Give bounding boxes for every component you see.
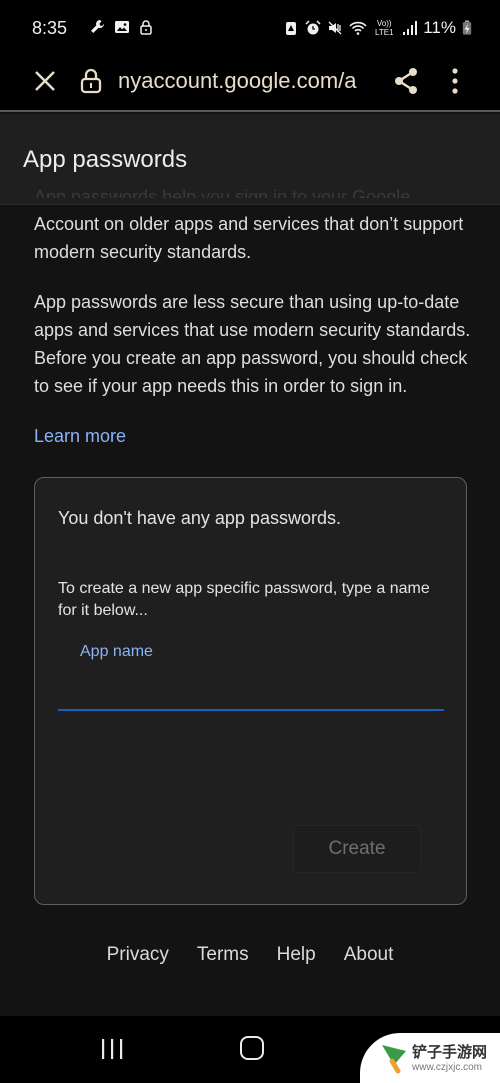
wifi-icon [349,21,367,35]
status-bar: 8:35 Vo)) LTE1 11% [0,0,500,56]
page-title: App passwords [23,146,188,173]
volte-lte-icon: Vo)) LTE1 [374,19,394,37]
learn-more-link[interactable]: Learn more [34,426,126,447]
alarm-icon [305,20,321,35]
mute-icon [328,21,342,35]
create-button[interactable]: Create [293,825,421,873]
home-icon[interactable] [240,1036,264,1060]
image-icon [115,21,129,33]
recents-icon[interactable] [100,1038,124,1060]
footer-about-link[interactable]: About [344,944,394,966]
wrench-icon [91,20,104,33]
status-right-icons: Vo)) LTE1 11% [283,18,472,38]
intro-text: Account on older apps and services that … [34,214,464,262]
footer-terms-link[interactable]: Terms [197,944,249,966]
battery-percent: 11% [423,18,456,37]
app-name-label: App name [80,643,153,660]
app-passwords-card: You don't have any app passwords. To cre… [34,477,467,905]
watermark-url: www.czjxjc.com [412,1062,483,1073]
empty-state-message: You don't have any app passwords. [58,508,341,528]
page-content: App passwords App passwords help you sig… [0,114,500,1016]
footer-help-link[interactable]: Help [277,944,316,966]
create-instruction: To create a new app specific password, t… [58,580,430,619]
lock-icon [140,20,152,35]
footer-privacy-link[interactable]: Privacy [107,944,169,966]
status-left-icons [90,19,154,35]
browser-toolbar: nyaccount.google.com/a [0,56,500,112]
status-time: 8:35 [32,18,68,38]
app-name-field[interactable]: App name [58,631,444,711]
battery-saver-icon [286,22,297,35]
watermark: 铲子手游网 www.czjxjc.com [360,1033,500,1083]
url-bar[interactable]: nyaccount.google.com/a [118,66,374,96]
intro-first-line: App passwords help you sign in to your G… [34,187,411,198]
watermark-text: 铲子手游网 [412,1044,488,1061]
watermark-logo-icon [382,1045,406,1074]
footer-links: Privacy Terms Help About [0,944,500,966]
more-vert-icon[interactable] [446,66,464,96]
warning-text: App passwords are less secure than using… [34,292,471,396]
app-name-input[interactable] [80,671,420,697]
signal-icon [403,21,418,35]
lock-icon[interactable] [80,68,102,94]
share-icon[interactable] [393,66,419,96]
battery-charging-icon [462,20,472,35]
close-icon[interactable] [30,66,60,96]
